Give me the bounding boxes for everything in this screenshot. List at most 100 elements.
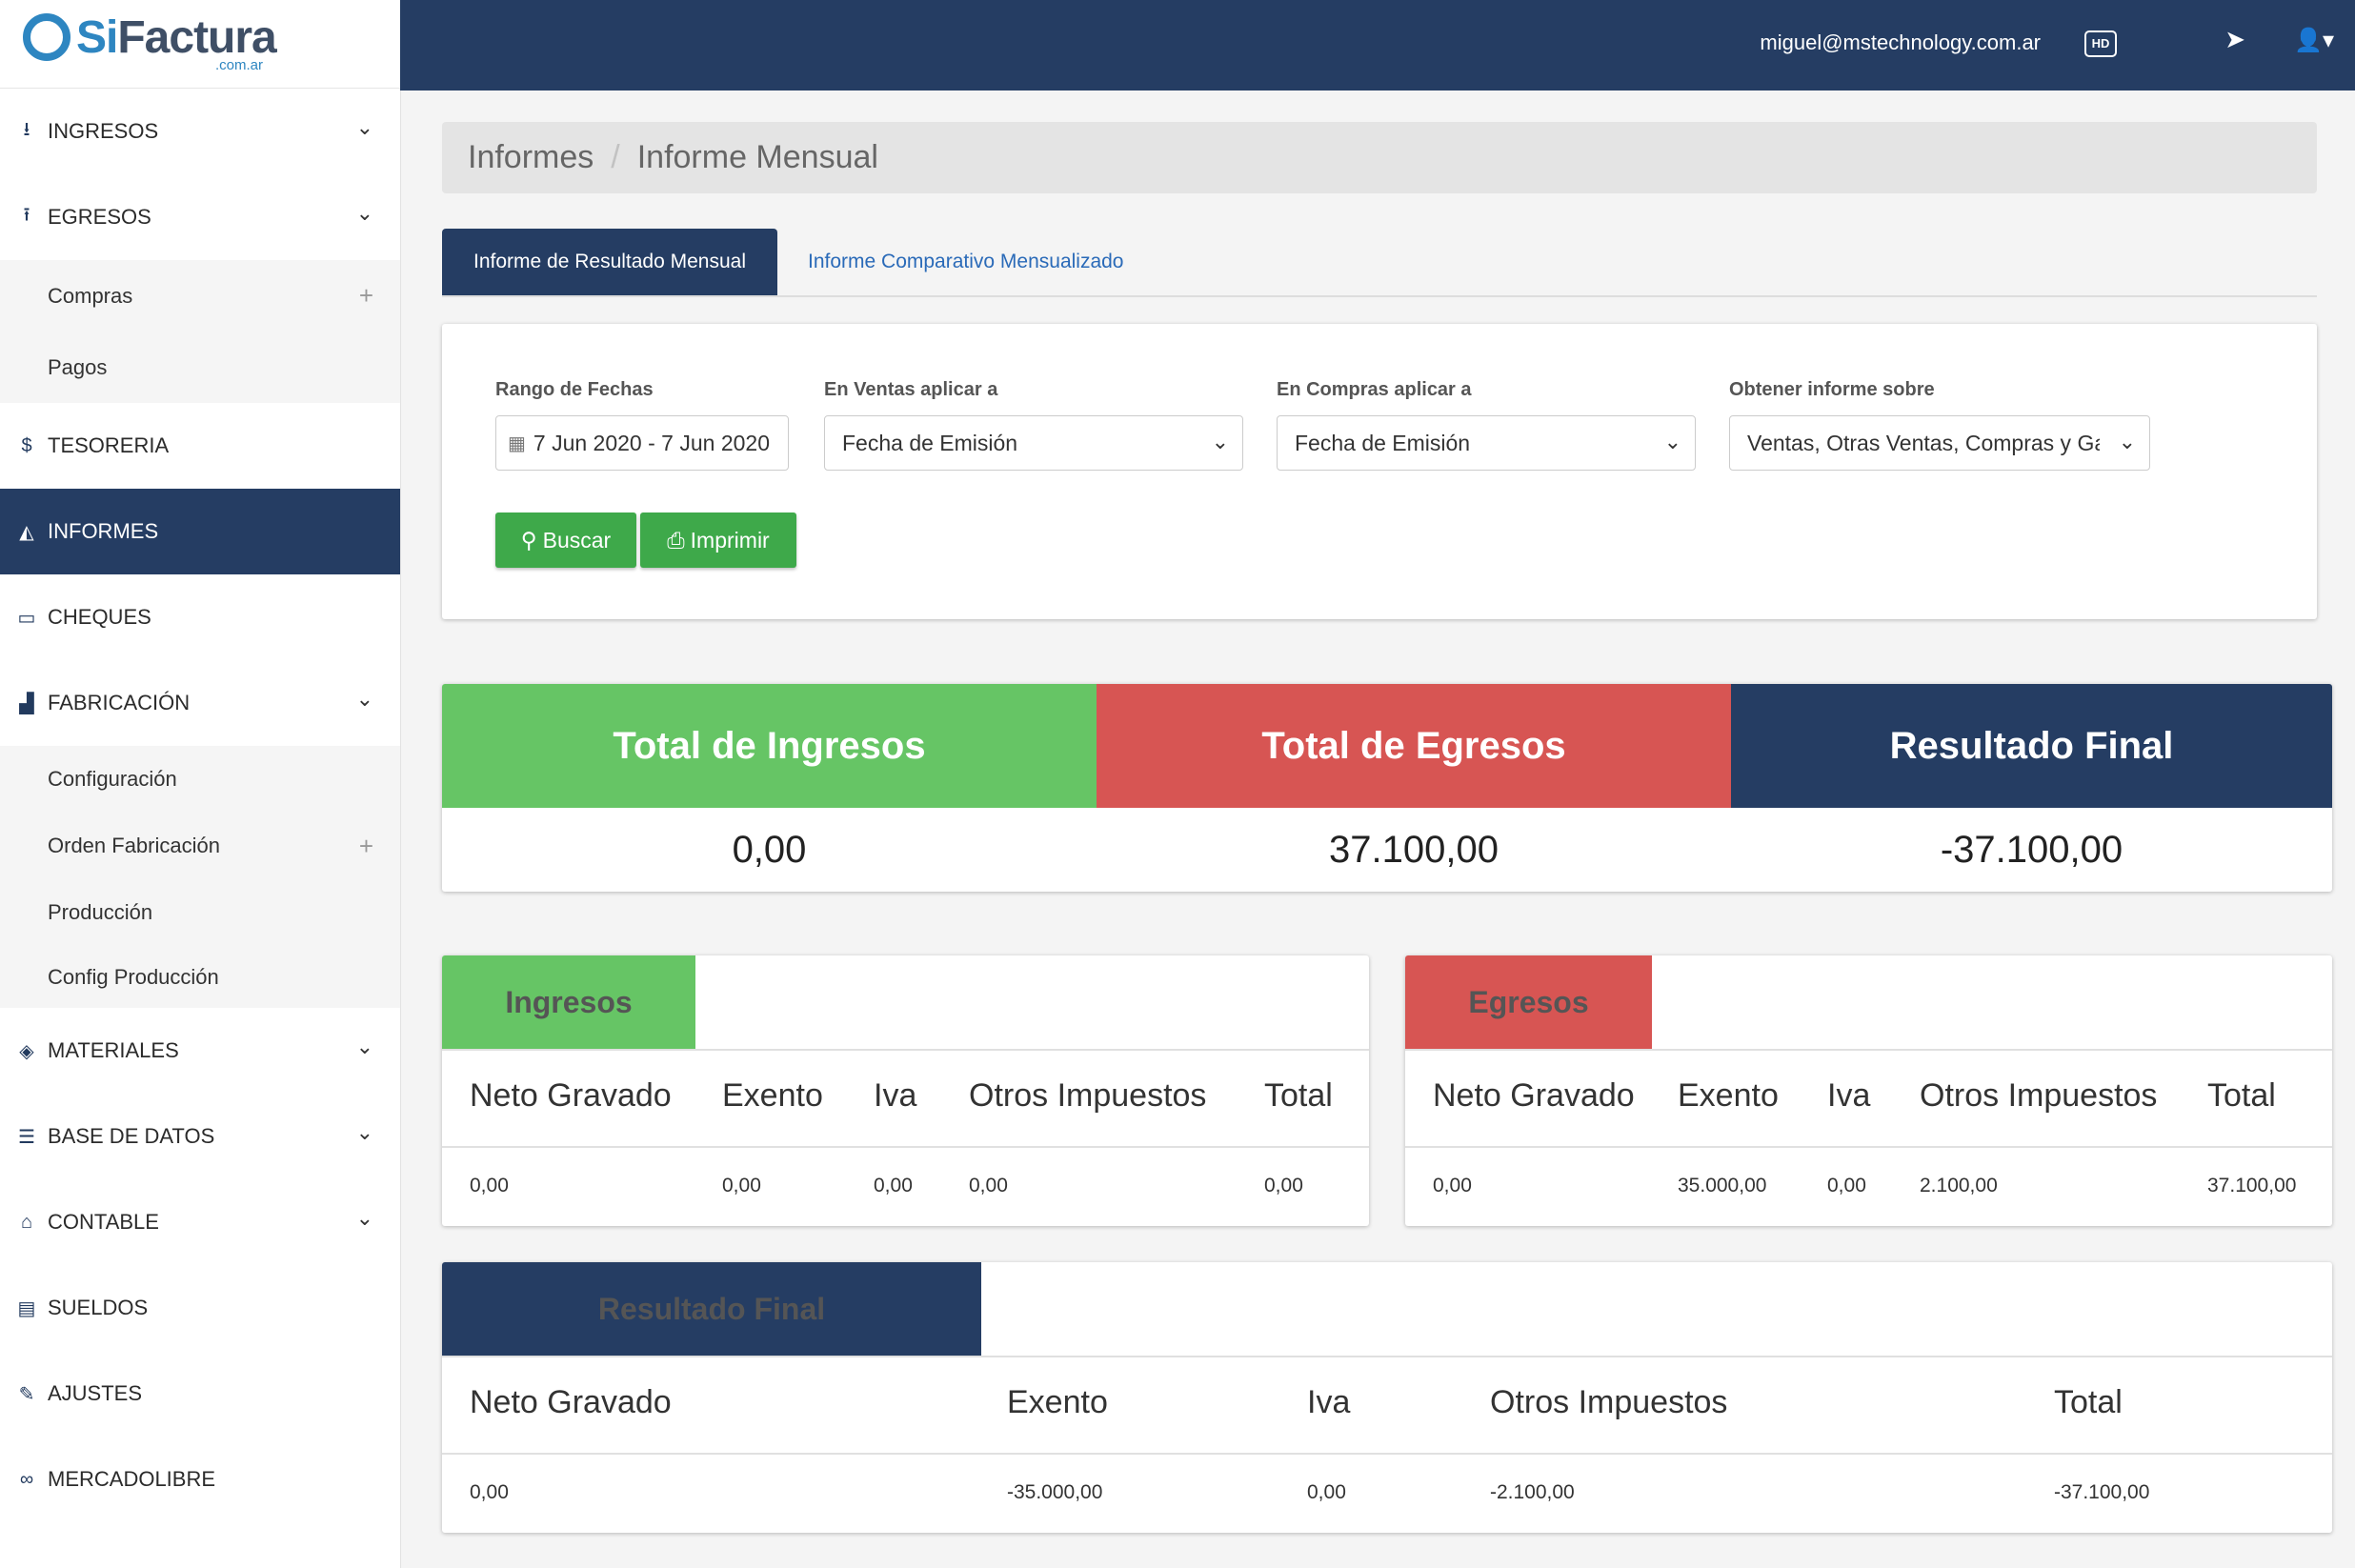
search-icon: ⚲ [520,527,537,553]
calendar-icon: ▦ [508,432,526,454]
col-exento: Exento [722,1077,823,1114]
imprimir-button[interactable]: ⎙ Imprimir [640,513,796,568]
resultado-final-value: -37.100,00 [1940,828,2124,871]
top-bar: miguel@mstechnology.com.ar HD ➤ 👤▾ [400,0,2355,90]
subitem-label: Configuración [48,767,177,791]
date-range-input[interactable]: ▦ 7 Jun 2020 - 7 Jun 2020 [495,415,789,471]
divider [1405,1146,2332,1148]
sidebar-subitem-configuracion[interactable]: Configuración [0,746,400,813]
sidebar-item-contable[interactable]: ⌂ CONTABLE ⌄ [0,1179,400,1265]
sidebar-item-label: CHEQUES [48,605,151,629]
sidebar-item-label: MERCADOLIBRE [48,1467,216,1491]
user-menu-icon[interactable]: 👤▾ [2294,27,2334,54]
sidebar-item-label: AJUSTES [48,1381,143,1405]
col-exento: Exento [1678,1077,1779,1114]
divider [442,1146,1369,1148]
subitem-label: Orden Fabricación [48,834,220,857]
brand-si: Si [76,12,118,63]
download-icon: ⭳ [23,119,30,140]
cubes-icon: ◈ [19,1040,34,1062]
sidebar-item-label: INFORMES [48,519,159,543]
tab-resultado-mensual[interactable]: Informe de Resultado Mensual [442,229,777,295]
sidebar-item-sueldos[interactable]: ▤ SUELDOS [0,1265,400,1351]
date-range-label: Rango de Fechas [495,379,654,400]
cell-otros-impuestos: 0,00 [969,1175,1008,1196]
sidebar-item-materiales[interactable]: ◈ MATERIALES ⌄ [0,1008,400,1094]
sidebar-item-ingresos[interactable]: ⭳ INGRESOS ⌄ [0,89,400,174]
sidebar-item-label: EGRESOS [48,205,151,229]
total-ingresos-header: Total de Ingresos [442,684,1097,808]
chevron-down-icon: ⌄ [355,201,373,225]
col-neto-gravado: Neto Gravado [470,1384,672,1420]
database-icon: ☰ [18,1126,35,1148]
compras-select[interactable]: Fecha de Emisión ⌄ [1277,415,1696,471]
sidebar-subitem-orden-fabricacion[interactable]: Orden Fabricación + [0,813,400,879]
sidebar-item-label: SUELDOS [48,1296,149,1319]
chevron-down-icon: ⌄ [355,687,373,711]
cell-otros-impuestos: -2.100,00 [1490,1481,1575,1503]
imprimir-label: Imprimir [690,527,770,553]
cell-neto-gravado: 0,00 [470,1175,509,1196]
sidebar-item-egresos[interactable]: ⭱ EGRESOS ⌄ [0,174,400,260]
breadcrumb-separator: / [611,139,620,175]
total-ingresos-value: 0,00 [732,828,807,871]
ingresos-tab: Ingresos [442,955,695,1049]
cell-total: 0,00 [1264,1175,1303,1196]
sidebar-item-mercadolibre[interactable]: ∞ MERCADOLIBRE [0,1437,400,1522]
brand-tld: .com.ar [215,57,264,73]
logo[interactable]: SiFactura .com.ar [0,0,400,89]
filters-card: Rango de Fechas ▦ 7 Jun 2020 - 7 Jun 202… [442,324,2317,619]
total-egresos-header: Total de Egresos [1097,684,1731,808]
sidebar-item-informes[interactable]: ◭ INFORMES [0,489,400,574]
credit-card-icon: ▭ [17,607,36,629]
paper-plane-icon[interactable]: ➤ [2224,25,2245,54]
cell-exento: 0,00 [722,1175,761,1196]
sidebar-subitem-produccion[interactable]: Producción [0,879,400,946]
book-icon: ▤ [17,1297,36,1319]
brand-name: SiFactura [76,11,277,64]
plus-icon[interactable]: + [359,832,373,861]
plus-icon[interactable]: + [359,281,373,311]
ventas-select[interactable]: Fecha de Emisión ⌄ [824,415,1243,471]
ingresos-table-card: Ingresos Neto Gravado Exento Iva Otros I… [442,955,1369,1226]
sidebar-item-cheques[interactable]: ▭ CHEQUES [0,574,400,660]
upload-icon: ⭱ [23,205,30,226]
chevron-down-icon: ⌄ [355,1035,373,1058]
sidebar-subitem-pagos[interactable]: Pagos [0,332,400,403]
col-total: Total [1264,1077,1333,1114]
sidebar-item-ajustes[interactable]: ✎ AJUSTES [0,1351,400,1437]
hd-icon[interactable]: HD [2084,30,2117,57]
sidebar-subitem-config-produccion[interactable]: Config Producción [0,946,400,1008]
col-exento: Exento [1007,1384,1108,1420]
handshake-icon: ∞ [19,1468,34,1490]
sidebar-item-base-de-datos[interactable]: ☰ BASE DE DATOS ⌄ [0,1094,400,1179]
totals-card: Total de Ingresos Total de Egresos Resul… [442,684,2332,892]
bank-icon: ⌂ [20,1211,33,1233]
sidebar-item-fabricacion[interactable]: ▟ FABRICACIÓN ⌄ [0,660,400,746]
informe-select-value: Ventas, Otras Ventas, Compras y Gas [1747,430,2100,455]
informe-select[interactable]: Ventas, Otras Ventas, Compras y Gas ⌄ [1729,415,2150,471]
wrench-icon: ✎ [18,1383,35,1405]
col-neto-gravado: Neto Gravado [470,1077,672,1114]
breadcrumb-parent[interactable]: Informes [468,139,594,176]
cell-otros-impuestos: 2.100,00 [1920,1175,1998,1196]
tab-comparativo-mensualizado[interactable]: Informe Comparativo Mensualizado [808,229,1124,295]
buscar-label: Buscar [542,527,612,553]
cell-iva: 0,00 [1307,1481,1346,1503]
subitem-label: Config Producción [48,964,219,989]
chevron-down-icon: ⌄ [355,1120,373,1144]
col-otros-impuestos: Otros Impuestos [969,1077,1207,1114]
compras-label: En Compras aplicar a [1277,379,1472,400]
sidebar-item-tesoreria[interactable]: $ TESORERIA [0,403,400,489]
col-otros-impuestos: Otros Impuestos [1490,1384,1728,1420]
divider [442,1356,2332,1357]
egresos-table-card: Egresos Neto Gravado Exento Iva Otros Im… [1405,955,2332,1226]
date-range-value: 7 Jun 2020 - 7 Jun 2020 [533,430,770,455]
breadcrumb: Informes / Informe Mensual [442,122,2317,193]
print-icon: ⎙ [667,527,685,553]
sidebar-subitem-compras[interactable]: Compras + [0,260,400,332]
buscar-button[interactable]: ⚲ Buscar [495,513,636,568]
user-email[interactable]: miguel@mstechnology.com.ar [1760,30,2041,55]
dollar-icon: $ [21,434,32,456]
col-neto-gravado: Neto Gravado [1433,1077,1635,1114]
